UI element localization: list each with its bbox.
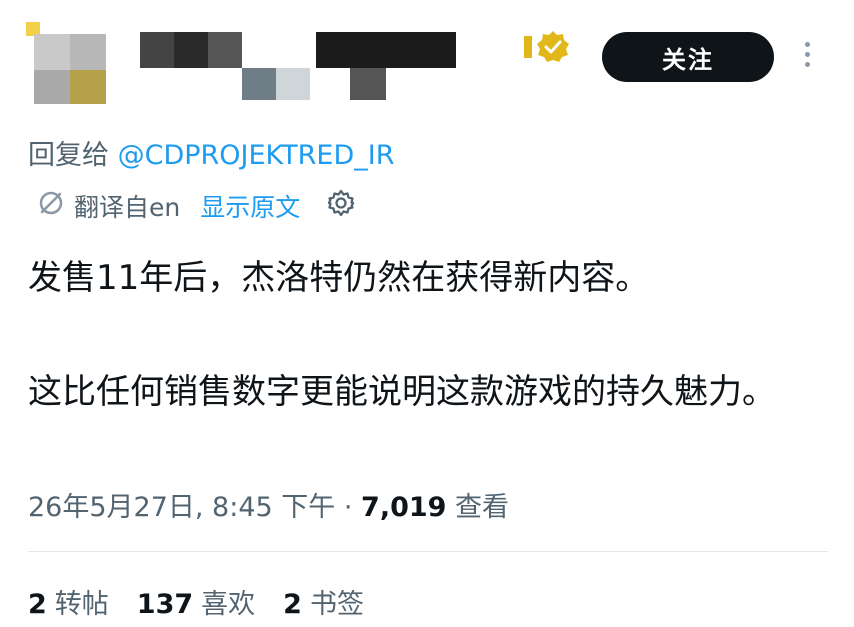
views-count: 7,019 xyxy=(361,492,447,523)
likes-count: 137 xyxy=(136,589,194,620)
tweet-text: 发售11年后，杰洛特仍然在获得新内容。 这比任何销售数字更能说明这款游戏的持久魅… xyxy=(28,250,828,420)
display-name[interactable] xyxy=(140,32,540,104)
reply-prefix: 回复给 xyxy=(28,140,109,171)
reposts-stat[interactable]: 2 转帖 xyxy=(28,582,109,621)
translated-from-label: 翻译自en xyxy=(74,193,181,222)
tweet-paragraph: 这比任何销售数字更能说明这款游戏的持久魅力。 xyxy=(28,372,776,412)
bookmarks-label: 书签 xyxy=(309,589,364,620)
more-options-icon[interactable] xyxy=(800,42,814,74)
likes-label: 喜欢 xyxy=(201,589,256,620)
tweet-meta: 26年5月27日, 8:45 下午 · 7,019 查看 xyxy=(28,485,509,524)
bookmarks-stat[interactable]: 2 书签 xyxy=(283,582,364,621)
divider xyxy=(28,551,828,552)
avatar[interactable] xyxy=(26,22,106,104)
timestamp-link[interactable]: 26年5月27日, 8:45 下午 · xyxy=(28,492,361,523)
gear-icon[interactable] xyxy=(326,188,356,224)
reposts-label: 转帖 xyxy=(54,589,109,620)
reply-mention-link[interactable]: @CDPROJEKTRED_IR xyxy=(118,140,395,171)
translation-row: 翻译自en 显示原文 xyxy=(36,188,356,224)
show-original-link[interactable]: 显示原文 xyxy=(200,188,300,224)
views-label: 查看 xyxy=(446,492,510,523)
likes-stat[interactable]: 137 喜欢 xyxy=(137,582,255,621)
reply-to-line: 回复给 @CDPROJEKTRED_IR xyxy=(28,133,395,172)
translate-icon xyxy=(36,188,66,224)
verified-badge-icon xyxy=(524,30,570,64)
tweet-paragraph: 发售11年后，杰洛特仍然在获得新内容。 xyxy=(28,258,650,298)
engagement-stats: 2 转帖 137 喜欢 2 书签 xyxy=(28,582,364,621)
reposts-count: 2 xyxy=(28,589,47,620)
bookmarks-count: 2 xyxy=(283,589,302,620)
follow-button[interactable]: 关注 xyxy=(602,32,774,82)
